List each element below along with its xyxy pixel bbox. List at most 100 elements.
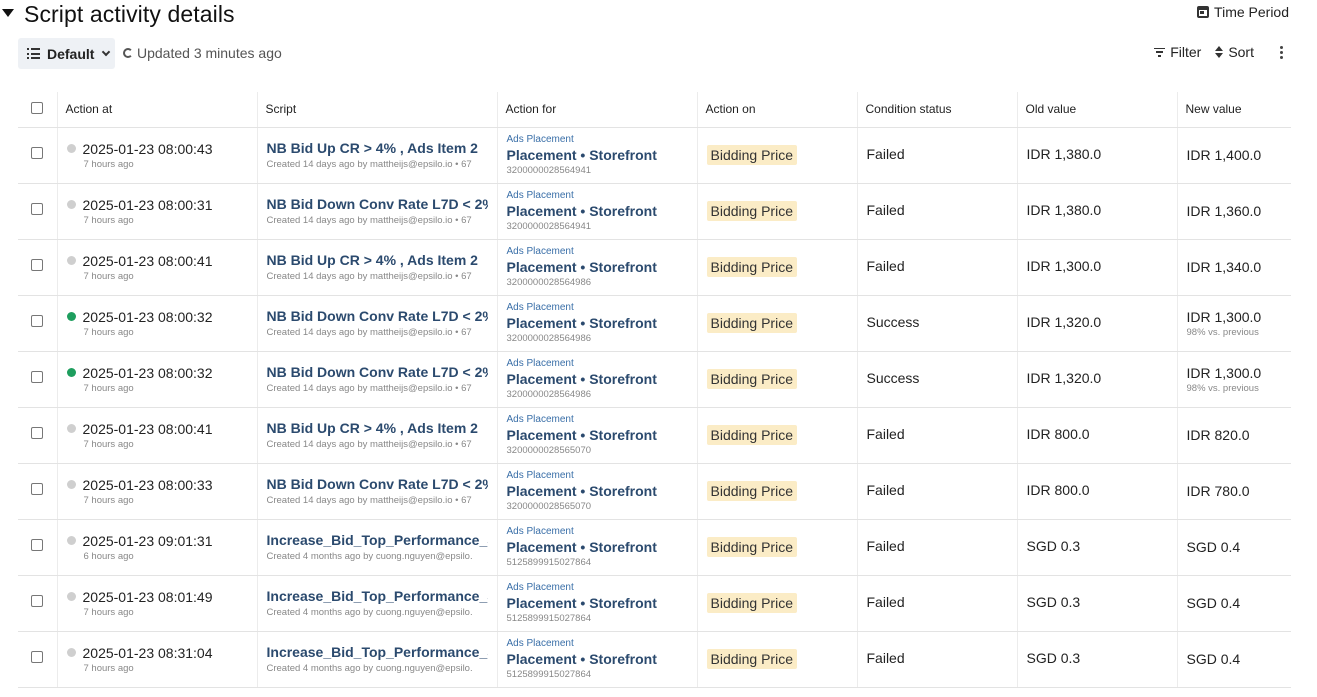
action-for-link[interactable]: Placement • Storefront xyxy=(507,483,688,499)
action-for-link[interactable]: Placement • Storefront xyxy=(507,147,688,163)
script-created-info: Created 14 days ago by mattheijs@epsilo.… xyxy=(266,495,472,506)
script-created-info: Created 14 days ago by mattheijs@epsilo.… xyxy=(266,383,472,394)
row-checkbox[interactable] xyxy=(31,539,44,551)
column-header-action-on[interactable]: Action on xyxy=(697,92,858,128)
action-at-cell: 2025-01-23 08:00:41 7 hours ago xyxy=(57,407,258,464)
action-for-cell: Ads Placement Placement • Storefront 32000… xyxy=(497,239,698,296)
table-header-row: Action at Script Action for Action on Co… xyxy=(18,92,1291,128)
old-value-cell: IDR 800.0 xyxy=(1017,463,1178,520)
row-checkbox[interactable] xyxy=(31,483,44,495)
old-value-cell: IDR 800.0 xyxy=(1017,407,1178,464)
row-checkbox[interactable] xyxy=(31,203,44,215)
sort-button[interactable]: Sort xyxy=(1215,44,1254,60)
action-for-link[interactable]: Placement • Storefront xyxy=(507,651,688,667)
select-all-header xyxy=(18,92,58,128)
old-value: SGD 0.3 xyxy=(1026,650,1081,666)
more-options-icon[interactable] xyxy=(1280,45,1283,59)
column-header-old-value[interactable]: Old value xyxy=(1017,92,1178,128)
condition-status: Failed xyxy=(866,258,905,274)
action-for-cell: Ads Placement Placement • Storefront 32000… xyxy=(497,407,698,464)
select-all-checkbox[interactable] xyxy=(31,101,44,114)
condition-status-cell: Failed xyxy=(857,519,1018,576)
old-value-cell: SGD 0.3 xyxy=(1017,631,1178,688)
new-value-cell: SGD 0.4 xyxy=(1177,631,1291,688)
table-row[interactable]: 2025-01-23 08:31:04 7 hours ago Increase_B… xyxy=(18,631,1291,688)
row-select-cell xyxy=(18,127,58,184)
row-checkbox[interactable] xyxy=(31,427,44,439)
table-row[interactable]: 2025-01-23 08:01:49 7 hours ago Increase_B… xyxy=(18,575,1291,632)
table-row[interactable]: 2025-01-23 08:00:33 7 hours ago NB Bid Dow… xyxy=(18,463,1291,520)
column-header-action-for[interactable]: Action for xyxy=(497,92,698,128)
action-for-link[interactable]: Placement • Storefront xyxy=(507,595,688,611)
new-value: IDR 1,300.0 xyxy=(1186,364,1262,381)
script-link[interactable]: NB Bid Down Conv Rate L7D < 2% , xyxy=(267,196,488,212)
row-select-cell xyxy=(18,183,58,240)
action-on-badge: Bidding Price xyxy=(706,257,797,277)
table-row[interactable]: 2025-01-23 08:00:31 7 hours ago NB Bid Dow… xyxy=(18,183,1291,240)
script-link[interactable]: NB Bid Up CR > 4% , Ads Item 2 xyxy=(267,252,488,268)
action-on-badge: Bidding Price xyxy=(706,313,797,333)
script-cell: NB Bid Down Conv Rate L7D < 2% , Created… xyxy=(257,463,498,520)
script-link[interactable]: NB Bid Up CR > 4% , Ads Item 2 xyxy=(267,420,488,436)
action-for-link[interactable]: Placement • Storefront xyxy=(507,203,688,219)
action-for-link[interactable]: Placement • Storefront xyxy=(507,427,688,443)
table-row[interactable]: 2025-01-23 08:00:32 7 hours ago NB Bid Dow… xyxy=(18,295,1291,352)
script-created-info: Created 4 months ago by cuong.nguyen@eps… xyxy=(266,607,473,618)
action-for-link[interactable]: Placement • Storefront xyxy=(507,315,688,331)
action-on-badge: Bidding Price xyxy=(706,593,797,613)
collapse-caret-icon[interactable] xyxy=(2,9,14,17)
action-on-badge: Bidding Price xyxy=(706,369,797,389)
row-checkbox[interactable] xyxy=(31,147,44,159)
script-link[interactable]: NB Bid Down Conv Rate L7D < 2% , xyxy=(267,364,488,380)
action-for-link[interactable]: Placement • Storefront xyxy=(507,539,688,555)
script-link[interactable]: Increase_Bid_Top_Performance_SH xyxy=(267,532,488,548)
action-on-cell: Bidding Price xyxy=(697,295,858,352)
action-on-cell: Bidding Price xyxy=(697,127,858,184)
row-checkbox[interactable] xyxy=(31,651,44,663)
action-at-cell: 2025-01-23 08:31:04 7 hours ago xyxy=(57,631,258,688)
action-for-link[interactable]: Placement • Storefront xyxy=(507,371,688,387)
section-header[interactable]: Script activity details xyxy=(2,0,235,28)
column-header-script[interactable]: Script xyxy=(257,92,498,128)
action-on-cell: Bidding Price xyxy=(697,351,858,408)
filter-button[interactable]: Filter xyxy=(1154,44,1201,60)
row-checkbox[interactable] xyxy=(31,315,44,327)
condition-status: Failed xyxy=(866,650,905,666)
refresh-icon[interactable] xyxy=(123,48,133,58)
script-created-info: Created 14 days ago by mattheijs@epsilo.… xyxy=(266,215,472,226)
script-link[interactable]: NB Bid Up CR > 4% , Ads Item 2 xyxy=(267,140,488,156)
row-select-cell xyxy=(18,575,58,632)
script-link[interactable]: NB Bid Down Conv Rate L7D < 2% , xyxy=(267,476,488,492)
table-row[interactable]: 2025-01-23 08:00:32 7 hours ago NB Bid Dow… xyxy=(18,351,1291,408)
row-checkbox[interactable] xyxy=(31,595,44,607)
column-header-action-at[interactable]: Action at xyxy=(57,92,258,128)
row-select-cell xyxy=(18,519,58,576)
row-checkbox[interactable] xyxy=(31,259,44,271)
action-timestamp: 2025-01-23 08:00:31 xyxy=(82,196,213,213)
action-for-link[interactable]: Placement • Storefront xyxy=(507,259,688,275)
old-value-cell: IDR 1,320.0 xyxy=(1017,295,1178,352)
column-header-condition-status[interactable]: Condition status xyxy=(857,92,1018,128)
column-header-new-value[interactable]: New value xyxy=(1177,92,1291,128)
relative-time: 7 hours ago xyxy=(83,662,134,674)
old-value-cell: IDR 1,300.0 xyxy=(1017,239,1178,296)
chevron-down-icon xyxy=(102,47,111,56)
script-link[interactable]: NB Bid Down Conv Rate L7D < 2% , xyxy=(267,308,488,324)
script-link[interactable]: Increase_Bid_Top_Performance_SH xyxy=(267,588,488,604)
status-dot-icon xyxy=(66,200,76,209)
script-created-info: Created 4 months ago by cuong.nguyen@eps… xyxy=(266,551,473,562)
time-period-button[interactable]: Time Period xyxy=(1197,4,1289,20)
row-checkbox[interactable] xyxy=(31,371,44,383)
table-row[interactable]: 2025-01-23 08:00:41 7 hours ago NB Bid Up … xyxy=(18,239,1291,296)
table-row[interactable]: 2025-01-23 08:00:43 7 hours ago NB Bid Up … xyxy=(18,127,1291,184)
old-value: IDR 1,320.0 xyxy=(1026,370,1102,386)
view-selector[interactable]: Default xyxy=(18,38,115,69)
condition-status-cell: Failed xyxy=(857,239,1018,296)
script-link[interactable]: Increase_Bid_Top_Performance_SH xyxy=(267,644,488,660)
updated-status[interactable]: Updated 3 minutes ago xyxy=(123,45,282,61)
status-dot-icon xyxy=(66,312,76,321)
script-created-info: Created 14 days ago by mattheijs@epsilo.… xyxy=(266,327,472,338)
table-row[interactable]: 2025-01-23 08:00:41 7 hours ago NB Bid Up … xyxy=(18,407,1291,464)
old-value: IDR 800.0 xyxy=(1026,482,1090,498)
table-row[interactable]: 2025-01-23 09:01:31 6 hours ago Increase_B… xyxy=(18,519,1291,576)
